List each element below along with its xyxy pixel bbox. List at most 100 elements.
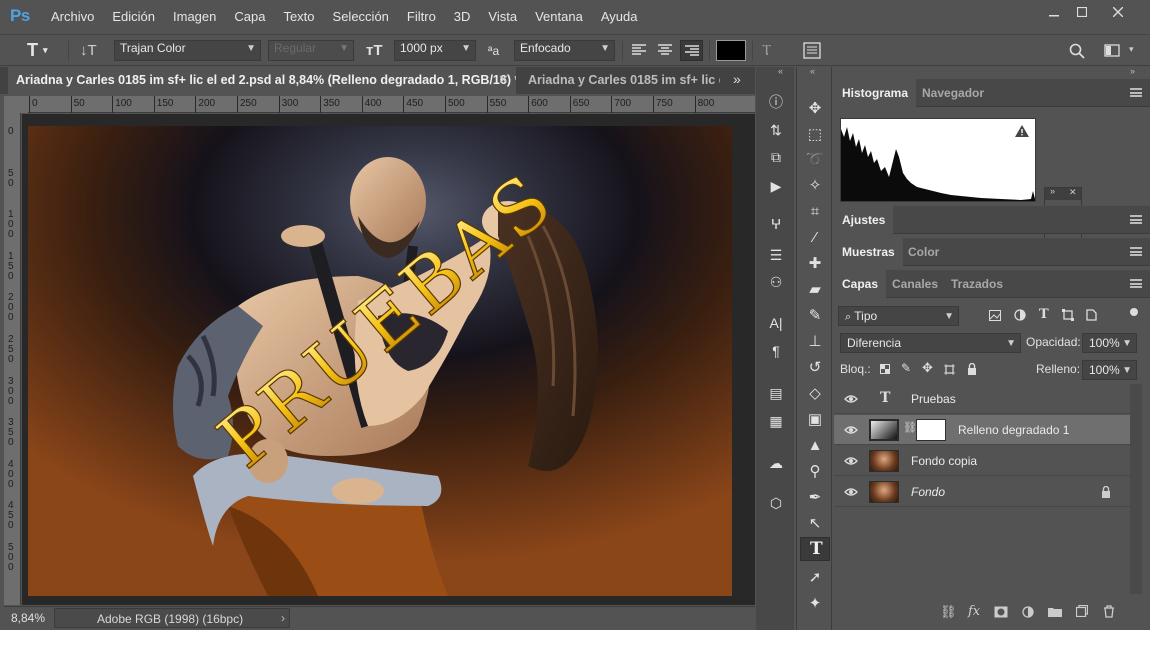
- close-button[interactable]: [1104, 3, 1132, 21]
- lock-artboard-icon[interactable]: [944, 364, 955, 375]
- horizontal-ruler[interactable]: 0 50 100 150 200 250 300 350 400 450 500 550 600 650 7…: [28, 96, 755, 113]
- layers-scrollbar[interactable]: [1130, 384, 1142, 594]
- gradient-tool-icon[interactable]: ▣: [805, 409, 825, 429]
- collapse-panels-icon[interactable]: »: [1130, 66, 1135, 76]
- magic-wand-tool-icon[interactable]: ✧: [805, 175, 825, 195]
- expand-tools-icon[interactable]: «: [810, 66, 815, 76]
- collapse-dock-icon[interactable]: «: [778, 66, 783, 76]
- tab-swatches[interactable]: Muestras: [834, 238, 903, 266]
- layer-comps-icon[interactable]: ⧉: [766, 147, 786, 167]
- menu-3d[interactable]: 3D: [454, 9, 471, 24]
- layer-row-relleno-degradado[interactable]: ⛓ Relleno degradado 1: [834, 415, 1130, 445]
- properties-icon[interactable]: ☰: [766, 245, 786, 265]
- close-icon[interactable]: ✕: [1069, 187, 1077, 198]
- new-layer-icon[interactable]: [1076, 605, 1088, 617]
- menu-vista[interactable]: Vista: [488, 9, 517, 24]
- history-brush-tool-icon[interactable]: ↺: [805, 357, 825, 377]
- eraser-tool-icon[interactable]: ◇: [805, 383, 825, 403]
- move-tool-icon[interactable]: ✥: [805, 98, 825, 118]
- custom-shape-tool-icon[interactable]: ✦: [805, 593, 825, 613]
- workspace-icon[interactable]: [1104, 44, 1120, 57]
- glyphs-icon[interactable]: ▤: [766, 383, 786, 403]
- fill-field[interactable]: 100% ▼: [1082, 360, 1137, 380]
- brush-settings-icon[interactable]: ⵖ: [766, 214, 786, 234]
- layer-row-pruebas[interactable]: T Pruebas: [834, 384, 1130, 414]
- menu-texto[interactable]: Texto: [283, 9, 314, 24]
- font-family-select[interactable]: Trajan Color ▼: [114, 40, 261, 61]
- font-size-select[interactable]: 1000 px ▼: [394, 40, 476, 61]
- clone-stamp-tool-icon[interactable]: ⊥: [805, 331, 825, 351]
- visibility-eye-icon[interactable]: [844, 392, 858, 406]
- close-tab-icon[interactable]: ✕: [499, 67, 508, 94]
- actions-play-icon[interactable]: ▶: [766, 176, 786, 196]
- document-image[interactable]: PRUEBAS: [28, 126, 732, 596]
- zoom-level[interactable]: 8,84%: [11, 611, 45, 625]
- tab-paths[interactable]: Trazados: [943, 270, 1011, 298]
- crop-tool-icon[interactable]: ⌗: [805, 201, 825, 221]
- ruler-origin[interactable]: [4, 96, 28, 113]
- history-icon[interactable]: ⇅: [766, 120, 786, 140]
- search-icon[interactable]: [1069, 43, 1085, 59]
- path-selection-tool-icon[interactable]: ↖: [805, 513, 825, 533]
- filter-adjustment-icon[interactable]: [1014, 309, 1026, 321]
- lock-transparency-icon[interactable]: [880, 364, 890, 374]
- tab-histogram[interactable]: Histograma: [834, 79, 917, 107]
- type-tool-button[interactable]: T: [800, 537, 830, 561]
- paragraph-icon[interactable]: ¶: [766, 341, 786, 361]
- character-icon[interactable]: A|: [766, 313, 786, 333]
- minimize-button[interactable]: [1040, 3, 1068, 21]
- filter-toggle-icon[interactable]: [1130, 308, 1138, 316]
- character-panel-icon[interactable]: [803, 42, 821, 59]
- pen-tool-icon[interactable]: ✒: [805, 487, 825, 507]
- vertical-ruler[interactable]: 0 50 100 150 200 250 300 350 400 450 500: [4, 113, 21, 605]
- visibility-eye-icon[interactable]: [844, 423, 858, 437]
- pruebas-text-layer[interactable]: PRUEBAS: [28, 126, 732, 596]
- link-icon[interactable]: ⛓: [903, 421, 917, 434]
- libraries-icon[interactable]: ☁: [766, 453, 786, 473]
- image-thumbnail[interactable]: [869, 450, 899, 472]
- brush-tool-icon[interactable]: ✎: [805, 305, 825, 325]
- new-adjustment-layer-icon[interactable]: [1022, 606, 1034, 618]
- marquee-tool-icon[interactable]: ⬚: [805, 124, 825, 144]
- panel-menu-icon[interactable]: [1130, 279, 1142, 288]
- menu-ayuda[interactable]: Ayuda: [601, 9, 638, 24]
- link-layers-icon[interactable]: ⛓: [940, 604, 957, 620]
- lasso-tool-icon[interactable]: ➰: [805, 149, 825, 169]
- tab-layers[interactable]: Capas: [834, 270, 887, 298]
- menu-imagen[interactable]: Imagen: [173, 9, 216, 24]
- lock-position-icon[interactable]: ✥: [922, 360, 933, 376]
- filter-pixel-icon[interactable]: [989, 310, 1001, 321]
- image-thumbnail[interactable]: [869, 481, 899, 503]
- opacity-field[interactable]: 100% ▼: [1082, 333, 1137, 353]
- new-group-icon[interactable]: [1048, 606, 1062, 617]
- expand-icon[interactable]: »: [1050, 186, 1055, 196]
- filter-smart-object-icon[interactable]: [1086, 309, 1097, 321]
- menu-edicion[interactable]: Edición: [112, 9, 155, 24]
- align-center-icon[interactable]: [657, 43, 673, 57]
- font-style-select[interactable]: Regular ▼: [268, 40, 354, 61]
- notes-icon[interactable]: ▦: [766, 411, 786, 431]
- text-orientation-icon[interactable]: ↓T: [80, 40, 97, 61]
- patch-tool-icon[interactable]: ▰: [805, 279, 825, 299]
- tab-document-2[interactable]: Ariadna y Carles 0185 im sf+ lic el ed 2: [520, 67, 720, 94]
- canvas-area[interactable]: PRUEBAS: [22, 114, 755, 605]
- tab-document-active[interactable]: Ariadna y Carles 0185 im sf+ lic el ed 2…: [8, 67, 516, 94]
- layer-mask-thumbnail[interactable]: [916, 419, 946, 441]
- more-tabs-icon[interactable]: »: [733, 71, 741, 87]
- tab-adjustments[interactable]: Ajustes: [834, 206, 894, 234]
- panel-menu-icon[interactable]: [1130, 247, 1142, 256]
- add-mask-icon[interactable]: [994, 606, 1008, 618]
- layer-filter-select[interactable]: ⌕ Tipo ▼: [838, 306, 959, 326]
- align-right-button[interactable]: [680, 40, 703, 61]
- visibility-eye-icon[interactable]: [844, 454, 858, 468]
- lock-image-icon[interactable]: ✎: [901, 361, 911, 375]
- doc-info-box[interactable]: Adobe RGB (1998) (16bpc) ›: [54, 608, 290, 628]
- warning-icon[interactable]: [1015, 125, 1029, 137]
- 3d-icon[interactable]: ⬡: [766, 493, 786, 513]
- text-color-swatch[interactable]: [716, 40, 746, 61]
- delete-layer-icon[interactable]: [1103, 605, 1115, 618]
- blur-tool-icon[interactable]: ▲: [805, 435, 825, 455]
- clone-source-icon[interactable]: ⚇: [766, 272, 786, 292]
- visibility-eye-icon[interactable]: [844, 485, 858, 499]
- align-left-icon[interactable]: [631, 43, 647, 57]
